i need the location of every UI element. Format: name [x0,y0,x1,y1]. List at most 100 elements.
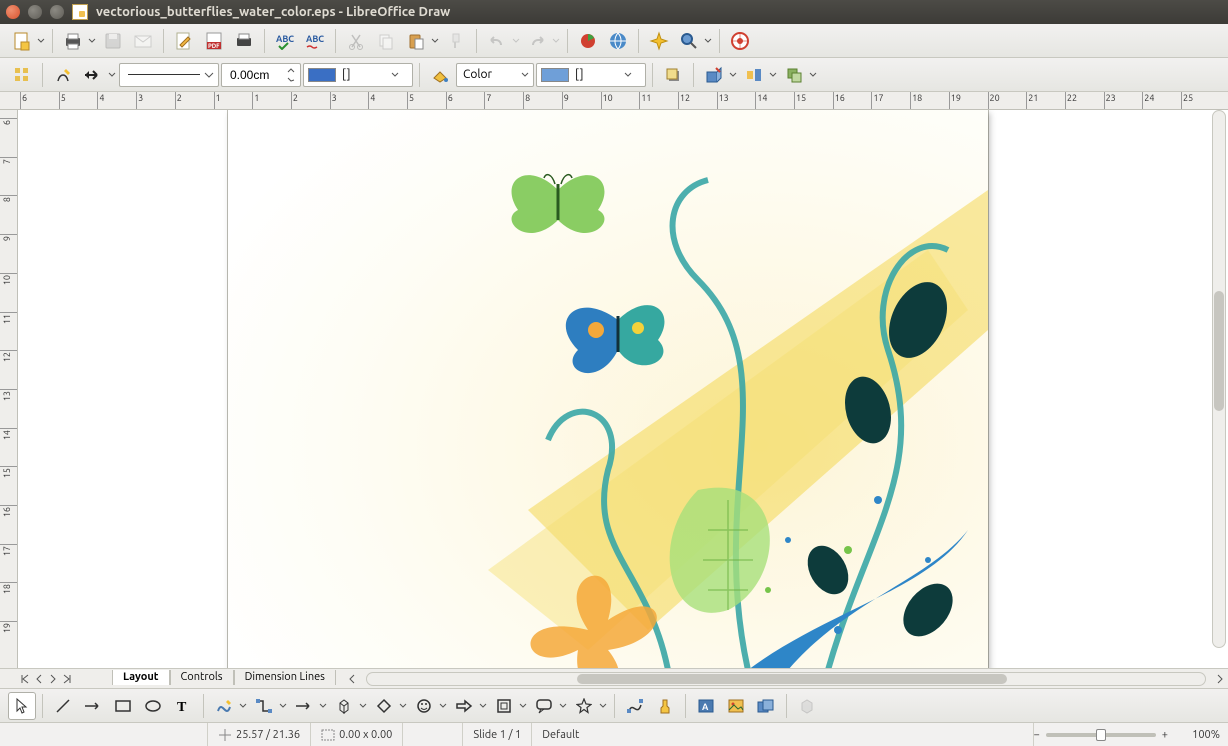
gallery-tool[interactable] [752,692,780,720]
new-button[interactable] [8,27,36,55]
shadow-button[interactable] [659,61,687,89]
stars-dropdown[interactable] [598,702,608,710]
tab-prev-button[interactable] [32,671,46,687]
zoom-out-button[interactable]: − [1034,729,1040,741]
undo-button[interactable] [483,27,511,55]
window-minimize-button[interactable] [28,5,42,19]
line-color-combo[interactable]: [] [303,63,413,87]
tab-controls[interactable]: Controls [170,670,234,685]
zoom-dropdown[interactable] [703,37,713,45]
paste-dropdown[interactable] [430,37,440,45]
redo-dropdown[interactable] [551,37,561,45]
zoom-knob[interactable] [1096,729,1106,741]
connector-dropdown[interactable] [278,702,288,710]
extrusion-toggle[interactable] [793,692,821,720]
window-close-button[interactable] [6,5,20,19]
arrow-line-tool[interactable] [79,692,107,720]
effects-button[interactable] [700,61,728,89]
curve-tool[interactable] [210,692,238,720]
connector-tool[interactable] [250,692,278,720]
tab-layout[interactable]: Layout [112,670,170,685]
print-dropdown[interactable] [87,37,97,45]
symbol-shapes-tool[interactable] [410,692,438,720]
block-arrows-tool[interactable] [450,692,478,720]
zoom-slider[interactable]: − + 100% [1034,729,1220,741]
print-direct-button[interactable] [230,27,258,55]
window-maximize-button[interactable] [50,5,64,19]
hscroll-left-button[interactable] [344,671,360,687]
spellcheck-button[interactable]: ABC [271,27,299,55]
glue-points-tool[interactable] [651,692,679,720]
horizontal-scrollbar[interactable] [366,672,1206,686]
arrange-button[interactable] [780,61,808,89]
export-pdf-button[interactable]: PDF [200,27,228,55]
3d-objects-tool[interactable] [330,692,358,720]
tab-next-button[interactable] [46,671,60,687]
alignment-button[interactable] [740,61,768,89]
stars-tool[interactable] [570,692,598,720]
line-pattern-combo[interactable] [119,63,219,87]
line-width-up[interactable] [284,65,298,75]
lines-arrows-tool[interactable] [290,692,318,720]
block-arrows-dropdown[interactable] [478,702,488,710]
help-button[interactable] [726,27,754,55]
zoom-button[interactable] [675,27,703,55]
zoom-track[interactable] [1046,733,1156,737]
redo-button[interactable] [523,27,551,55]
alignment-dropdown[interactable] [768,71,778,79]
fontwork-tool[interactable]: A [692,692,720,720]
callouts-tool[interactable] [530,692,558,720]
line-width-input[interactable] [228,67,280,83]
display-grid-button[interactable] [8,61,36,89]
chart-button[interactable] [574,27,602,55]
from-file-tool[interactable] [722,692,750,720]
fill-color-combo[interactable]: [] [536,63,646,87]
hyperlink-button[interactable] [604,27,632,55]
tab-last-button[interactable] [60,671,74,687]
edit-points-tool[interactable] [621,692,649,720]
flowchart-dropdown[interactable] [518,702,528,710]
vertical-scrollbar-thumb[interactable] [1214,291,1224,411]
auto-spellcheck-button[interactable]: ABC [301,27,329,55]
email-button[interactable] [129,27,157,55]
arrow-style-dropdown[interactable] [107,71,117,79]
lines-arrows-dropdown[interactable] [318,702,328,710]
curve-dropdown[interactable] [238,702,248,710]
zoom-in-button[interactable]: + [1162,729,1168,741]
ellipse-tool[interactable] [139,692,167,720]
horizontal-ruler[interactable]: 6543211234567891011121314151617181920212… [0,92,1228,110]
rectangle-tool[interactable] [109,692,137,720]
vertical-scrollbar[interactable] [1212,110,1226,648]
symbol-shapes-dropdown[interactable] [438,702,448,710]
flowchart-tool[interactable] [490,692,518,720]
cut-button[interactable] [342,27,370,55]
effects-dropdown[interactable] [728,71,738,79]
undo-dropdown[interactable] [511,37,521,45]
line-style-button[interactable] [49,61,77,89]
format-paintbrush-button[interactable] [442,27,470,55]
print-button[interactable] [59,27,87,55]
hscroll-right-button[interactable] [1212,671,1228,687]
paste-button[interactable] [402,27,430,55]
canvas-area[interactable]: PATH [18,110,1228,668]
tab-dimension-lines[interactable]: Dimension Lines [234,670,336,685]
basic-shapes-tool[interactable] [370,692,398,720]
edit-file-button[interactable] [170,27,198,55]
basic-shapes-dropdown[interactable] [398,702,408,710]
zoom-value[interactable]: 100% [1180,729,1220,741]
line-width-down[interactable] [284,75,298,85]
tab-first-button[interactable] [18,671,32,687]
page[interactable]: PATH [228,110,988,668]
arrange-dropdown[interactable] [808,71,818,79]
callouts-dropdown[interactable] [558,702,568,710]
copy-button[interactable] [372,27,400,55]
text-tool[interactable]: T [169,692,197,720]
arrow-style-button[interactable] [79,61,107,89]
3d-objects-dropdown[interactable] [358,702,368,710]
area-fill-button[interactable] [426,61,454,89]
fill-type-combo[interactable]: Color [456,63,534,87]
line-tool[interactable] [49,692,77,720]
horizontal-scrollbar-thumb[interactable] [577,674,1007,684]
save-button[interactable] [99,27,127,55]
new-dropdown[interactable] [36,37,46,45]
